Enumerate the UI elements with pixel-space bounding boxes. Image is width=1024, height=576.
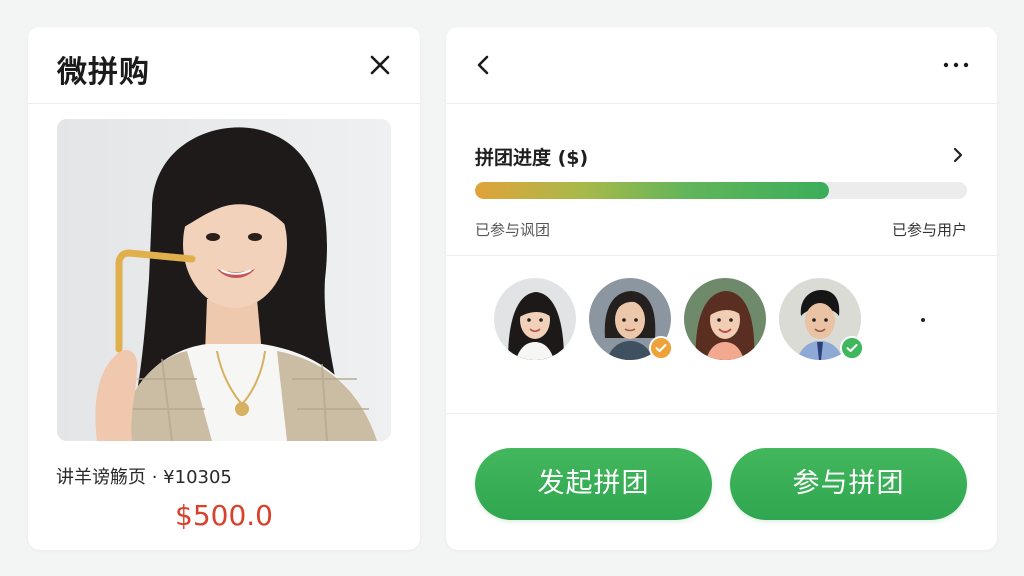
progress-bar [475,182,967,199]
progress-left-label: 已参与讽团 [475,221,551,239]
group-buy-card: 拼团进度 ($) 已参与讽团 已参与用户 发起拼团 参与拼团 [446,27,997,550]
orange-check-badge-icon [649,336,673,360]
chevron-right-icon[interactable] [949,146,967,164]
product-name: 讲羊谤觞页 · ¥10305 [56,467,232,488]
product-image[interactable] [57,119,391,441]
product-price: $500.0 [175,499,273,532]
more-horizontal-icon[interactable] [943,57,969,73]
participant-avatar-1[interactable] [494,278,576,360]
group-buy-header [446,27,997,104]
participant-avatar-3[interactable] [684,278,766,360]
product-card: 微拼购 讲羊谤觞页 · ¥10305 $500.0 [28,27,420,550]
app-title: 微拼购 [57,55,150,90]
join-group-button[interactable]: 参与拼团 [730,448,967,520]
divider [446,255,997,256]
start-group-button[interactable]: 发起拼团 [475,448,712,520]
divider [446,413,997,414]
progress-bar-fill [475,182,830,199]
progress-right-label: 已参与用户 [891,221,967,239]
progress-title: 拼团进度 ($) [475,147,589,169]
close-icon[interactable] [368,53,392,77]
product-card-header: 微拼购 [28,27,420,104]
chevron-left-icon[interactable] [472,53,496,77]
green-check-badge-icon [840,336,864,360]
more-participants-dot [921,318,925,322]
